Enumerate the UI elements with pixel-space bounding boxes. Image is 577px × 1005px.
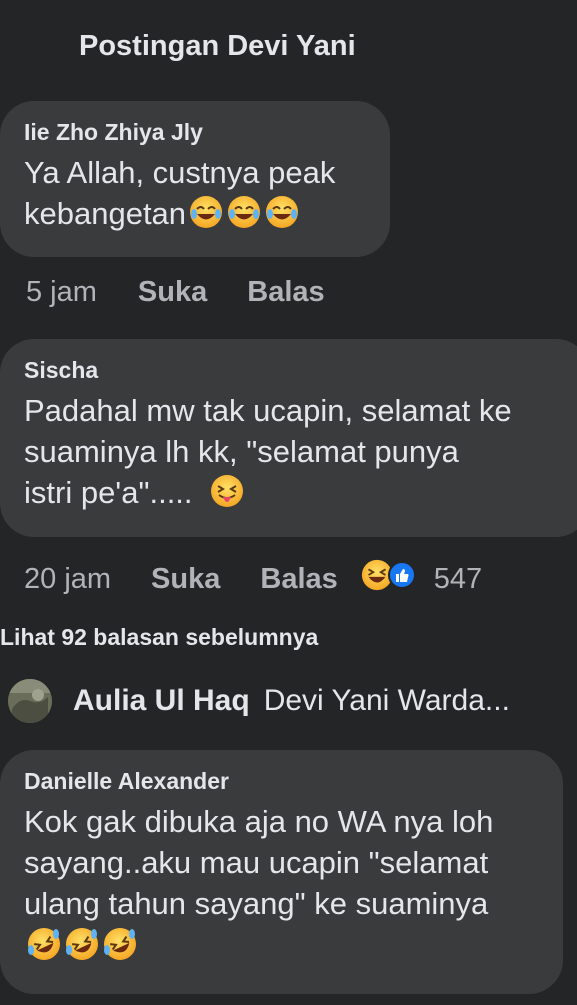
tongue-out-emoji	[207, 475, 245, 507]
comment-text-line: Padahal mw tak ucapin, selamat ke	[24, 393, 512, 428]
comment-author[interactable]: Danielle Alexander	[24, 768, 563, 795]
comment-text-line: istri pe'a".....	[24, 475, 193, 510]
comment-text-line: suaminya lh kk, "selamat punya	[24, 434, 459, 469]
rolling-laughing-emoji	[100, 928, 138, 960]
reply-preview-text: Devi Yani Warda...	[263, 684, 510, 717]
rolling-laughing-emoji	[62, 928, 100, 960]
page-title: Postingan Devi Yani	[79, 30, 356, 62]
like-reaction-icon	[387, 561, 416, 597]
reply-button[interactable]: Balas	[247, 276, 324, 309]
tears-of-joy-emoji	[262, 196, 300, 228]
comment-text-line: Ya Allah, custnya peak	[24, 155, 336, 190]
comment-text-line: sayang..aku mau ucapin "selamat	[24, 845, 489, 880]
like-button[interactable]: Suka	[151, 563, 220, 596]
tears-of-joy-emoji	[186, 196, 224, 228]
comment-text-line: kebangetan	[24, 196, 187, 231]
comment-timestamp: 20 jam	[24, 562, 112, 595]
comment-bubble: Sischa Padahal mw tak ucapin, selamat ke…	[0, 339, 577, 537]
reaction-summary[interactable]: 547	[360, 558, 482, 600]
reply-preview-row[interactable]: Aulia Ul Haq Devi Yani Warda...	[8, 676, 510, 726]
avatar[interactable]	[8, 679, 52, 723]
comment-meta: 5 jam Suka Balas	[26, 276, 325, 309]
rolling-laughing-emoji	[24, 928, 62, 960]
comment-text-line: ulang tahun sayang" ke suaminya	[24, 886, 489, 921]
comment-bubble: Danielle Alexander Kok gak dibuka aja no…	[0, 750, 563, 994]
view-previous-replies-link[interactable]: Lihat 92 balasan sebelumnya	[0, 624, 318, 651]
comment-timestamp: 5 jam	[26, 276, 97, 308]
comment-text-line: Kok gak dibuka aja no WA nya loh	[24, 804, 494, 839]
reply-author[interactable]: Aulia Ul Haq	[73, 684, 250, 718]
comment-bubble: Iie Zho Zhiya Jly Ya Allah, custnya peak…	[0, 101, 390, 257]
comment-meta: 20 jam Suka Balas 547	[24, 558, 482, 600]
reaction-count: 547	[433, 562, 483, 595]
tears-of-joy-emoji	[224, 196, 262, 228]
comment-author[interactable]: Iie Zho Zhiya Jly	[24, 119, 390, 146]
comment-author[interactable]: Sischa	[24, 357, 577, 384]
reply-button[interactable]: Balas	[260, 563, 337, 596]
like-button[interactable]: Suka	[138, 276, 207, 309]
